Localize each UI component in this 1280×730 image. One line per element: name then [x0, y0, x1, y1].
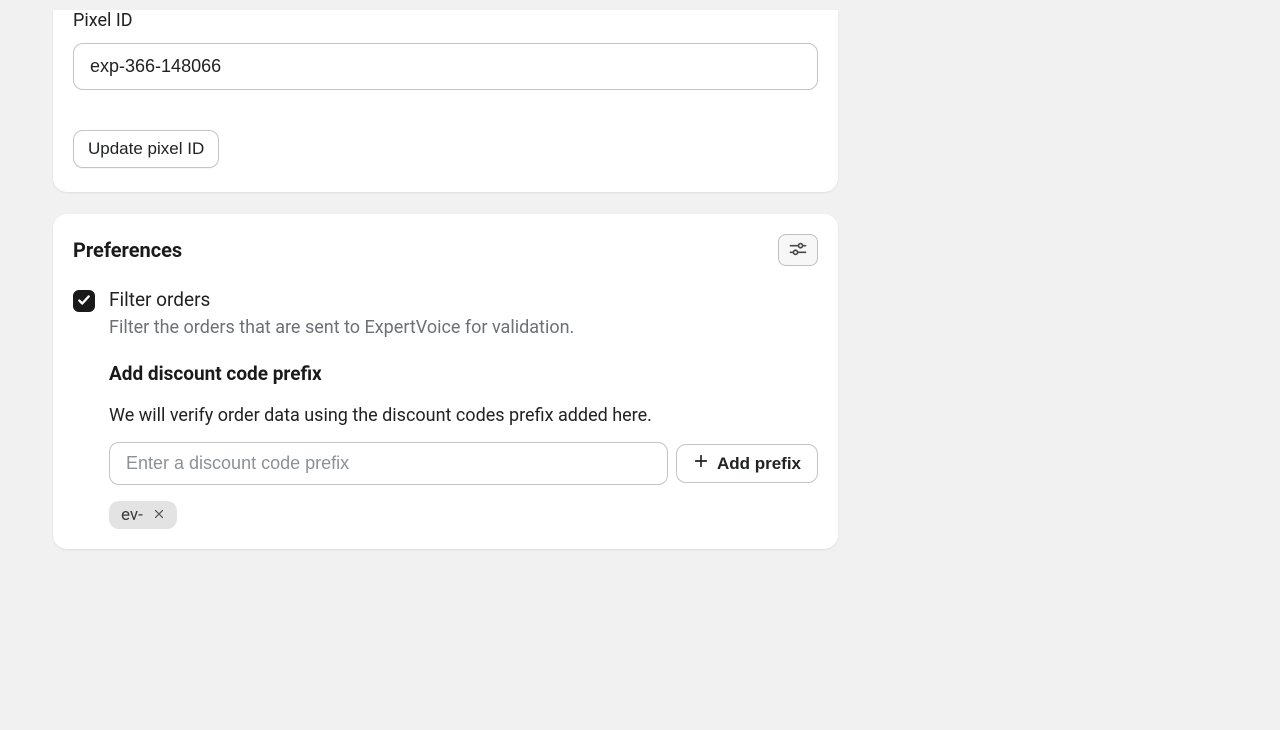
filter-orders-help: Filter the orders that are sent to Exper… [109, 317, 818, 338]
discount-prefix-tag: ev- [109, 501, 177, 529]
discount-prefix-help: We will verify order data using the disc… [109, 405, 818, 426]
pixel-card: Pixel ID Update pixel ID [53, 10, 838, 192]
discount-prefix-tag-label: ev- [121, 505, 143, 525]
discount-prefix-row: Add prefix [109, 442, 818, 485]
filter-orders-body: Filter orders Filter the orders that are… [109, 288, 818, 529]
close-icon [153, 505, 165, 525]
plus-icon [693, 453, 709, 474]
update-pixel-id-button[interactable]: Update pixel ID [73, 130, 219, 168]
filter-orders-label: Filter orders [109, 288, 818, 311]
pixel-id-input[interactable] [73, 43, 818, 90]
checkmark-icon [77, 292, 91, 311]
add-prefix-button[interactable]: Add prefix [676, 444, 818, 483]
pixel-id-label: Pixel ID [73, 10, 818, 31]
discount-prefix-tag-remove[interactable] [151, 507, 167, 523]
preferences-header: Preferences [73, 234, 818, 266]
discount-prefix-tags: ev- [109, 501, 818, 529]
sliders-icon [788, 239, 808, 262]
filter-orders-checkbox[interactable] [73, 290, 95, 312]
preferences-settings-button[interactable] [778, 234, 818, 266]
preferences-title: Preferences [73, 238, 182, 262]
preferences-card: Preferences [53, 214, 838, 549]
filter-orders-row: Filter orders Filter the orders that are… [73, 288, 818, 529]
add-prefix-label: Add prefix [717, 454, 801, 474]
discount-prefix-input[interactable] [109, 442, 668, 485]
discount-prefix-title: Add discount code prefix [109, 362, 818, 385]
